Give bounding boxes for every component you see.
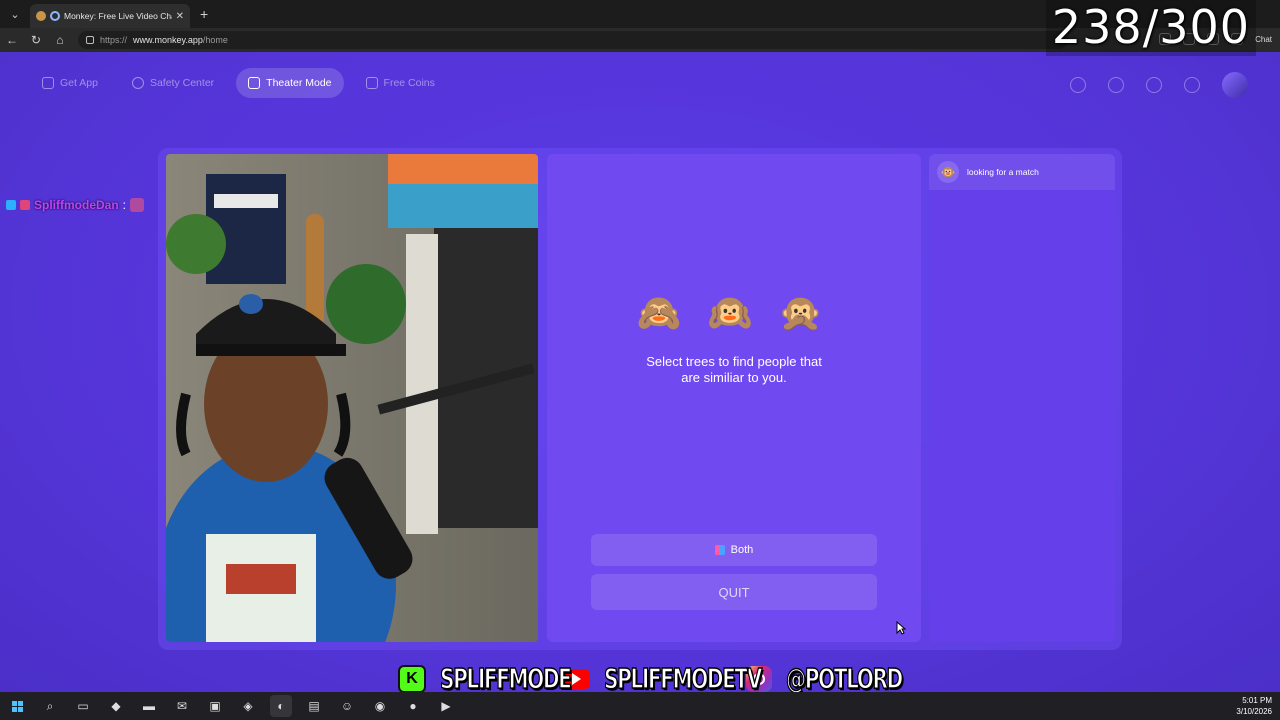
url-host: www.monkey.app xyxy=(133,35,203,45)
chat-stage: 🙈 🙉 🙊 Select trees to find people that a… xyxy=(158,148,1122,650)
url-field[interactable]: https:// www.monkey.app /home xyxy=(78,31,1068,49)
safety-center-label: Safety Center xyxy=(149,77,215,89)
discord-icon[interactable]: ☺ xyxy=(336,695,358,717)
start-button-icon[interactable] xyxy=(6,695,28,717)
tab-title: Monkey: Free Live Video Chat xyxy=(64,11,172,21)
get-app-label: Get App xyxy=(60,77,98,89)
gem-icon[interactable] xyxy=(1108,77,1124,93)
goal-counter: 238/300 xyxy=(1045,0,1256,56)
monkey-emojis: 🙈 🙉 🙊 xyxy=(636,292,832,333)
monkey-favicon-icon xyxy=(36,11,46,21)
chat-panel: 🐵 looking for a match xyxy=(929,154,1115,642)
home-icon[interactable]: ⌂ xyxy=(48,33,72,47)
theater-mode-button[interactable]: Theater Mode xyxy=(236,68,344,98)
instagram-handle: @POTLORD xyxy=(785,661,903,696)
history-icon[interactable] xyxy=(1146,77,1162,93)
kick-logo-icon: K xyxy=(398,664,426,693)
quit-button[interactable]: QUIT xyxy=(591,574,877,610)
url-path: /home xyxy=(202,35,228,45)
stream-socials-overlay: K SPLIFFMODE SPLIFFMODETV @POTLORD xyxy=(398,661,904,696)
app-icon[interactable]: ◈ xyxy=(237,695,259,717)
coins-icon xyxy=(365,77,378,89)
copilot-chat-button[interactable]: Chat xyxy=(1255,35,1272,44)
top-navigation: Get App Safety Center Theater Mode Free … xyxy=(30,68,447,98)
notepad-icon[interactable]: ▤ xyxy=(303,695,325,717)
close-tab-icon[interactable]: ✕ xyxy=(176,11,184,22)
media-icon[interactable]: ● xyxy=(402,695,424,717)
chat-status-text: looking for a match xyxy=(967,167,1039,177)
lock-icon xyxy=(86,36,94,44)
system-clock[interactable]: 5:01 PM 3/10/2026 xyxy=(1236,695,1272,717)
mouse-cursor-icon xyxy=(896,621,906,635)
free-coins-label: Free Coins xyxy=(383,77,435,89)
browser-tab-monkey[interactable]: Monkey: Free Live Video Chat ✕ xyxy=(30,4,190,28)
outlook-icon[interactable]: ✉ xyxy=(171,695,193,717)
free-coins-button[interactable]: Free Coins xyxy=(354,68,447,98)
edge-icon[interactable]: ◐ xyxy=(270,695,292,717)
clock-date: 3/10/2026 xyxy=(1236,707,1272,716)
stream-app-icon[interactable]: ▶ xyxy=(435,695,457,717)
phone-icon xyxy=(42,77,54,89)
theater-mode-label: Theater Mode xyxy=(266,77,332,89)
new-tab-button[interactable]: + xyxy=(200,6,208,22)
task-view-icon[interactable]: ▭ xyxy=(72,695,94,717)
viewer-name: SpliffmodeDan xyxy=(34,198,119,212)
windows-taskbar: ⌕ ▭ ◆ ▬ ✉ ▣ ◈ ◐ ▤ ☺ ◉ ● ▶ 5:01 PM 3/10/2… xyxy=(0,692,1280,720)
shield-icon xyxy=(131,77,144,89)
refresh-icon[interactable]: ↻ xyxy=(24,33,48,47)
store-icon[interactable]: ▣ xyxy=(204,695,226,717)
search-icon[interactable]: ⌕ xyxy=(39,695,61,717)
chat-bubble-icon[interactable] xyxy=(1184,77,1200,93)
emote-icon xyxy=(130,198,145,212)
monkey-avatar-icon: 🐵 xyxy=(937,161,959,183)
copilot-icon[interactable]: ◆ xyxy=(105,695,127,717)
get-app-button[interactable]: Get App xyxy=(30,68,110,98)
gender-icon xyxy=(714,545,725,555)
badge-icon xyxy=(6,200,16,210)
badge-icon xyxy=(20,200,30,210)
user-avatar[interactable] xyxy=(1222,72,1248,98)
youtube-handle: SPLIFFMODETV xyxy=(603,661,762,696)
local-video-feed xyxy=(166,154,538,642)
match-prompt: Select trees to find people that are sim… xyxy=(646,354,822,385)
url-scheme: https:// xyxy=(100,35,128,45)
safety-center-button[interactable]: Safety Center xyxy=(120,68,226,98)
stream-chat-message: SpliffmodeDan : xyxy=(6,198,145,212)
clock-time: 5:01 PM xyxy=(1242,696,1272,705)
loading-icon xyxy=(50,11,60,21)
gender-filter-label: Both xyxy=(730,544,754,556)
file-explorer-icon[interactable]: ▬ xyxy=(138,695,160,717)
obs-icon[interactable]: ◉ xyxy=(369,695,391,717)
tab-list-button[interactable]: ⌄ xyxy=(4,4,26,24)
monkey-page: Get App Safety Center Theater Mode Free … xyxy=(0,52,1280,692)
top-right-icons xyxy=(1070,72,1248,98)
back-icon[interactable]: ← xyxy=(0,33,24,47)
search-icon[interactable] xyxy=(1070,77,1086,93)
match-panel: 🙈 🙉 🙊 Select trees to find people that a… xyxy=(547,154,921,642)
kick-handle: SPLIFFMODE xyxy=(439,661,572,696)
gender-filter-button[interactable]: Both xyxy=(591,534,877,566)
expand-icon xyxy=(248,77,261,89)
chat-status-bar: 🐵 looking for a match xyxy=(929,154,1115,190)
webcam-image xyxy=(166,154,538,642)
viewer-colon: : xyxy=(122,198,127,212)
